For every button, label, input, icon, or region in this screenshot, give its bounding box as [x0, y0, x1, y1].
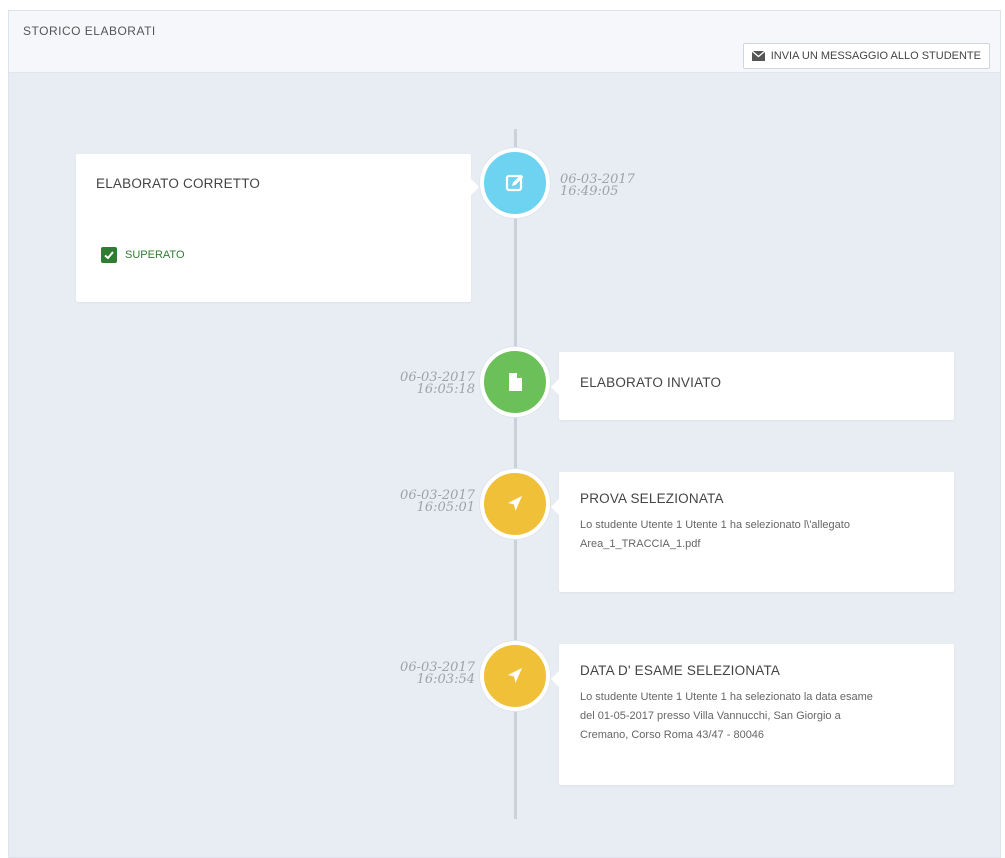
location-arrow-icon — [508, 668, 522, 683]
checkbox-checked-icon — [101, 247, 117, 263]
location-arrow-icon — [508, 496, 522, 511]
event-time: 16:05:01 — [416, 500, 475, 515]
envelope-icon — [751, 51, 765, 61]
event-datetime: 06-03-2017 16:49:05 — [560, 173, 635, 199]
event-datetime: 06-03-2017 16:05:01 — [381, 489, 475, 515]
send-message-button[interactable]: INVIA UN MESSAGGIO ALLO STUDENTE — [742, 43, 990, 69]
status-label: SUPERATO — [125, 249, 185, 261]
panel-header: STORICO ELABORATI INVIA UN MESSAGGIO ALL… — [9, 11, 1000, 73]
event-card-sent: ELABORATO INVIATO — [551, 352, 954, 420]
event-time: 16:03:54 — [416, 672, 475, 687]
event-description: Lo studente Utente 1 Utente 1 ha selezio… — [580, 691, 873, 741]
event-card-corrected: ELABORATO CORRETTO SUPERATO — [76, 154, 479, 302]
event-card-exam-date: DATA D' ESAME SELEZIONATA Lo studente Ut… — [551, 644, 954, 785]
event-dot-corrected — [480, 148, 550, 218]
event-title: ELABORATO INVIATO — [580, 375, 722, 390]
event-dot-sent — [480, 347, 550, 417]
event-time: 16:05:18 — [416, 382, 475, 397]
panel-title: STORICO ELABORATI — [23, 24, 156, 38]
event-title: DATA D' ESAME SELEZIONATA — [580, 663, 781, 678]
event-description: Lo studente Utente 1 Utente 1 ha selezio… — [580, 519, 850, 550]
event-time: 16:49:05 — [560, 184, 619, 199]
event-datetime: 06-03-2017 16:03:54 — [381, 661, 475, 687]
send-message-label: INVIA UN MESSAGGIO ALLO STUDENTE — [770, 50, 981, 62]
history-panel: STORICO ELABORATI INVIA UN MESSAGGIO ALL… — [8, 10, 1001, 858]
event-datetime: 06-03-2017 16:05:18 — [381, 371, 475, 397]
file-icon — [509, 373, 522, 391]
event-card-test: PROVA SELEZIONATA Lo studente Utente 1 U… — [551, 472, 954, 592]
event-title: PROVA SELEZIONATA — [580, 491, 724, 506]
event-dot-test — [480, 469, 550, 539]
event-title: ELABORATO CORRETTO — [96, 176, 261, 191]
event-dot-exam-date — [480, 641, 550, 711]
status-badge: SUPERATO — [101, 247, 185, 263]
edit-icon — [505, 174, 524, 192]
